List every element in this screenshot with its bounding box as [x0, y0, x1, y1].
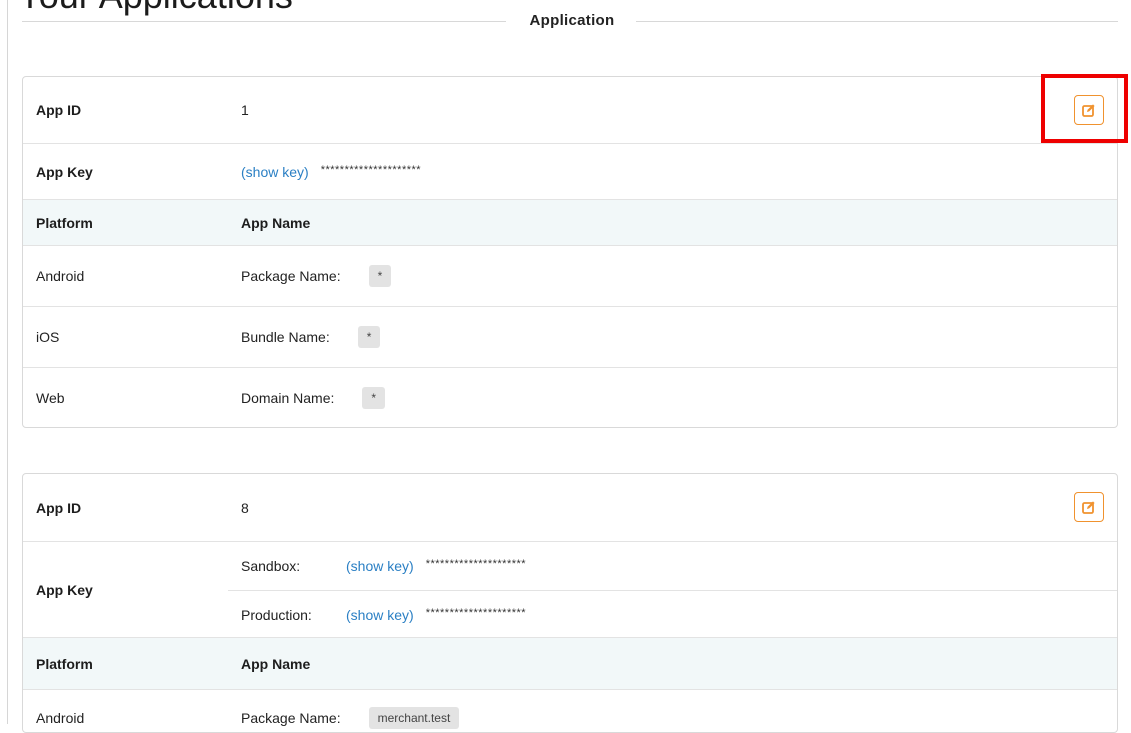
app-id-label: App ID [36, 499, 82, 516]
app-key-row: App Key Sandbox: (show key) ************… [23, 541, 1117, 637]
platform-name: Android [36, 268, 85, 284]
left-border-rule [7, 0, 8, 724]
platform-column-header: Platform [36, 655, 93, 672]
app-id-value: 1 [241, 102, 249, 118]
section-title: Application [22, 10, 1118, 34]
name-label: Package Name: [241, 268, 341, 284]
app-id-row: App ID 8 [23, 474, 1117, 541]
platform-row-web: Web Domain Name: * [23, 367, 1117, 427]
app-id-value: 8 [241, 499, 249, 516]
platform-name: Web [36, 390, 65, 406]
app-id-label: App ID [36, 102, 82, 118]
app-key-value: (show key) ********************* [241, 144, 421, 199]
show-key-link[interactable]: (show key) [241, 164, 309, 180]
env-key: Production: (show key) *****************… [241, 591, 526, 638]
highlight-annotation [1041, 74, 1128, 143]
section-title-text: Application [529, 12, 615, 29]
name-label: Domain Name: [241, 390, 335, 406]
edit-icon [1082, 501, 1095, 514]
platform-row-ios: iOS Bundle Name: * [23, 306, 1117, 367]
name-label: Bundle Name: [241, 329, 330, 345]
platform-header-row: Platform App Name [23, 637, 1117, 689]
sandbox-key-row: Sandbox: (show key) ********************… [228, 542, 1117, 590]
app-name-column-header: App Name [241, 214, 311, 231]
app-card-1: App ID 1 App Key (show key) ************… [22, 76, 1118, 428]
show-key-link[interactable]: (show key) [346, 607, 414, 623]
section-divider-right [636, 21, 1118, 22]
name-tag: * [362, 387, 386, 409]
masked-key: ********************* [425, 558, 527, 570]
app-key-label: App Key [36, 163, 93, 180]
app-card-2: App ID 8 App Key Sandbox: (show key) ***… [22, 473, 1118, 733]
app-key-label: App Key [36, 581, 93, 598]
production-key-row: Production: (show key) *****************… [228, 590, 1117, 638]
platform-header-row: Platform App Name [23, 199, 1117, 245]
masked-key: ********************* [425, 606, 527, 619]
masked-key: ********************* [320, 163, 422, 176]
name-tag: merchant.test [368, 707, 460, 729]
name-tag: * [357, 326, 381, 348]
platform-app-name: Bundle Name: * [241, 307, 381, 367]
app-name-column-header: App Name [241, 655, 311, 672]
section-divider-left [22, 21, 506, 22]
name-tag: * [368, 265, 392, 287]
app-id-row: App ID 1 [23, 77, 1117, 143]
show-key-link[interactable]: (show key) [346, 558, 414, 574]
platform-name: iOS [36, 329, 60, 345]
platform-column-header: Platform [36, 214, 93, 231]
env-label: Sandbox: [241, 558, 301, 574]
platform-row-android: Android Package Name: * [23, 245, 1117, 306]
app-key-row: App Key (show key) ********************* [23, 143, 1117, 199]
edit-app-button[interactable] [1074, 492, 1104, 522]
env-key: Sandbox: (show key) ********************… [241, 542, 526, 590]
platform-name: Android [36, 710, 85, 726]
platform-row-android: Android Package Name: merchant.test [23, 689, 1117, 732]
env-label: Production: [241, 606, 312, 623]
platform-app-name: Package Name: * [241, 246, 392, 306]
platform-app-name: Domain Name: * [241, 368, 386, 427]
platform-app-name: Package Name: merchant.test [241, 690, 460, 732]
